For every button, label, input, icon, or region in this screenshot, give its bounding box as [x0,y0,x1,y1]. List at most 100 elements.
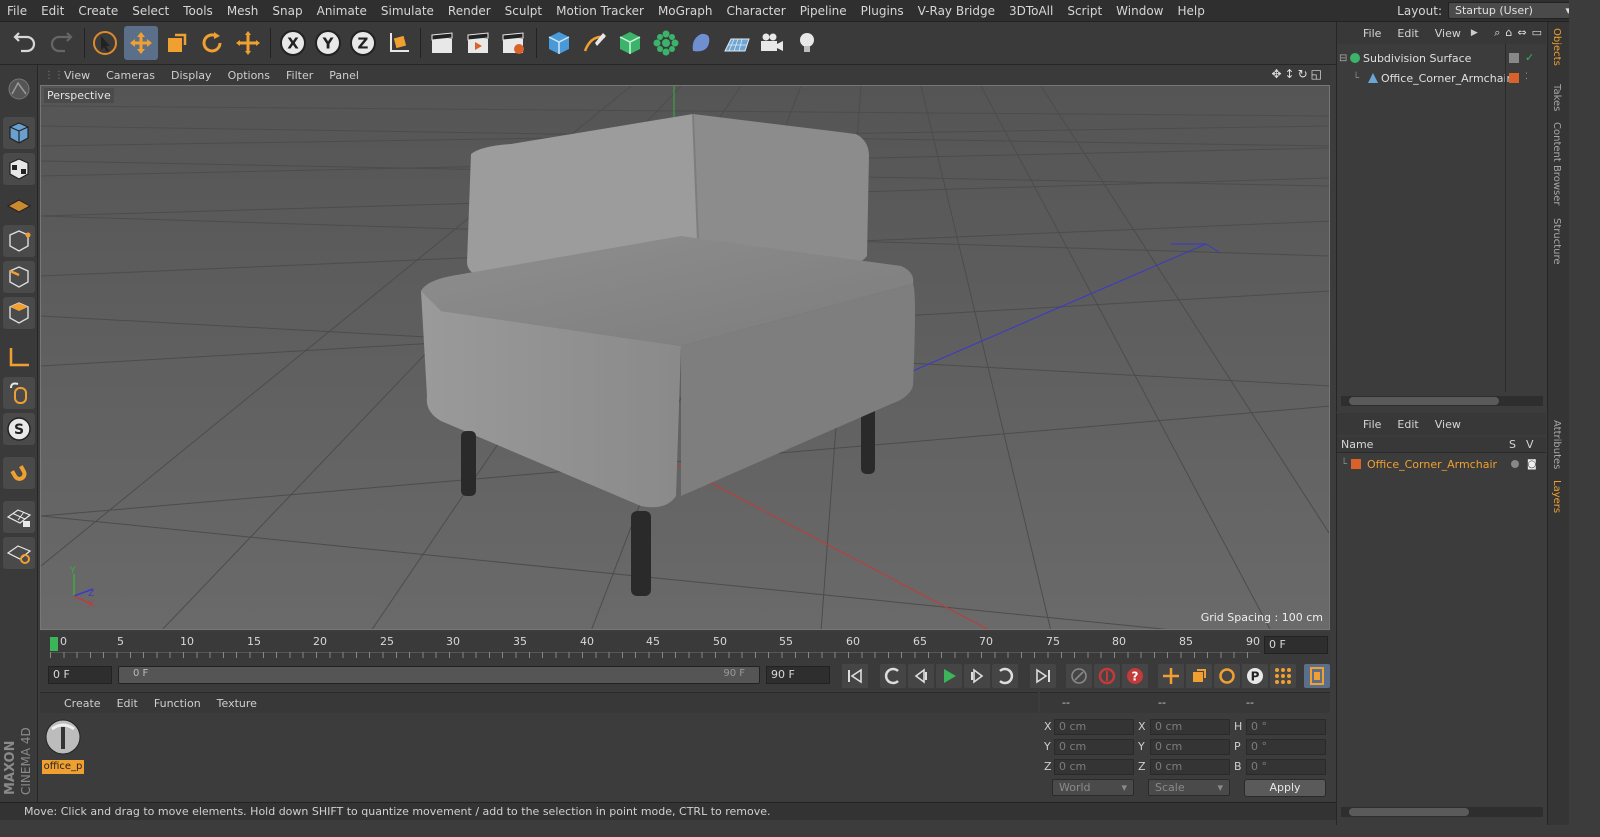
apply-button[interactable]: Apply [1244,779,1326,797]
collapse-icon[interactable]: ⊟ [1339,53,1349,64]
add-mograph-button[interactable] [649,26,683,60]
record-keys-button[interactable] [1066,664,1092,688]
viewport-menu-options[interactable]: Options [220,69,278,82]
material-menu-texture[interactable]: Texture [209,697,265,710]
timeline-window-button[interactable] [1304,664,1330,688]
layer-menu-edit[interactable]: Edit [1389,418,1426,431]
tab-structure[interactable]: Structure [1551,218,1562,265]
position-y-field[interactable]: 0 cm [1054,739,1134,755]
object-menu-file[interactable]: File [1355,27,1389,40]
pan-view-icon[interactable]: ✥ [1271,67,1281,81]
add-subdivision-button[interactable] [613,26,647,60]
object-menu-edit[interactable]: Edit [1389,27,1426,40]
coordinate-system-button[interactable] [382,26,416,60]
tab-attributes[interactable]: Attributes [1551,420,1562,469]
frame-range-slider[interactable]: 0 F 90 F [118,666,760,684]
object-row[interactable]: └ Office_Corner_Armchair [1353,68,1513,88]
end-frame-field[interactable]: 90 F [766,666,830,684]
menu-character[interactable]: Character [719,4,792,18]
menu-mesh[interactable]: Mesh [220,4,266,18]
lock-workplane-button[interactable] [3,501,35,533]
size-z-field[interactable]: 0 cm [1150,759,1230,775]
visibility-toggle[interactable] [1509,53,1519,63]
frame-ruler[interactable]: 0 5 10 15 20 25 30 35 40 45 50 55 60 65 … [50,634,1260,658]
menu-motion-tracker[interactable]: Motion Tracker [549,4,651,18]
menu-edit[interactable]: Edit [34,4,71,18]
size-x-field[interactable]: 0 cm [1150,719,1230,735]
viewport-menu-panel[interactable]: Panel [321,69,367,82]
key-rotation-button[interactable] [1214,664,1240,688]
scale-tool-button[interactable] [160,26,194,60]
move-tool-button[interactable] [124,26,158,60]
add-floor-button[interactable] [720,26,754,60]
dolly-view-icon[interactable]: ↕ [1285,67,1295,81]
viewport-menu-filter[interactable]: Filter [278,69,321,82]
column-visible[interactable]: V [1526,438,1534,451]
menu-window[interactable]: Window [1109,4,1170,18]
menu-tools[interactable]: Tools [176,4,220,18]
rotate-view-icon[interactable]: ↻ [1298,67,1308,81]
x-axis-lock-button[interactable]: X [276,26,310,60]
timeline-ruler[interactable]: 0 5 10 15 20 25 30 35 40 45 50 55 60 65 … [40,632,1330,660]
current-frame-field[interactable]: 0 F [1264,636,1328,654]
menu-3dtoall[interactable]: 3DToAll [1002,4,1060,18]
start-frame-field[interactable]: 0 F [48,666,112,684]
playhead[interactable] [50,637,58,651]
key-parameter-button[interactable]: P [1242,664,1268,688]
key-pla-button[interactable] [1270,664,1296,688]
coordinate-space-dropdown[interactable]: World ▾ [1052,779,1134,796]
material-menu-function[interactable]: Function [146,697,209,710]
object-row[interactable]: ⊟ Subdivision Surface [1339,48,1509,68]
menu-vray-bridge[interactable]: V-Ray Bridge [911,4,1002,18]
layer-menu-view[interactable]: View [1427,418,1469,431]
go-to-start-button[interactable] [842,664,868,688]
tab-takes[interactable]: Takes [1551,84,1562,111]
tweak-mode-button[interactable] [3,377,35,409]
add-cube-button[interactable] [542,26,576,60]
menu-sculpt[interactable]: Sculpt [498,4,549,18]
menu-plugins[interactable]: Plugins [854,4,911,18]
tab-objects[interactable]: Objects [1551,28,1562,66]
layer-color-swatch[interactable] [1351,459,1361,469]
texture-mode-button[interactable] [3,153,35,185]
tab-layers[interactable]: Layers [1551,480,1562,513]
render-view-button[interactable] [425,26,459,60]
autokey-button[interactable] [1094,664,1120,688]
play-button[interactable] [936,664,962,688]
menu-create[interactable]: Create [71,4,125,18]
live-selection-button[interactable] [88,26,122,60]
points-mode-button[interactable] [3,225,35,257]
menu-animate[interactable]: Animate [310,4,374,18]
make-editable-button[interactable] [3,73,35,105]
material-menu-edit[interactable]: Edit [109,697,146,710]
go-to-end-button[interactable] [1030,664,1056,688]
horizontal-scrollbar[interactable] [1341,396,1543,406]
y-axis-lock-button[interactable]: Y [311,26,345,60]
key-position-button[interactable] [1158,664,1184,688]
menu-script[interactable]: Script [1060,4,1109,18]
menu-render[interactable]: Render [441,4,498,18]
layer-menu-file[interactable]: File [1355,418,1389,431]
transform-tool-button[interactable] [231,26,265,60]
previous-key-button[interactable] [880,664,906,688]
material-swatch[interactable]: office_p [42,717,84,774]
checkmark-icon[interactable]: ✓ [1525,51,1534,64]
position-z-field[interactable]: 0 cm [1054,759,1134,775]
previous-frame-button[interactable] [908,664,934,688]
menu-select[interactable]: Select [125,4,176,18]
next-frame-button[interactable] [964,664,990,688]
object-menu-view[interactable]: View [1427,27,1469,40]
tab-content-browser[interactable]: Content Browser [1551,122,1562,205]
visibility-dots-icon[interactable]: ⁚ [1525,72,1528,82]
axis-mode-button[interactable] [3,341,35,373]
viewport-menu-cameras[interactable]: Cameras [98,69,163,82]
model-mode-button[interactable] [3,117,35,149]
maximize-view-icon[interactable]: ◱ [1311,67,1322,81]
magnet-button[interactable] [3,457,35,489]
column-name[interactable]: Name [1341,438,1373,451]
horizontal-scrollbar[interactable] [1341,807,1543,817]
next-key-button[interactable] [992,664,1018,688]
menu-mograph[interactable]: MoGraph [651,4,720,18]
add-camera-button[interactable] [755,26,789,60]
home-icon[interactable]: ⌂ [1505,26,1512,40]
